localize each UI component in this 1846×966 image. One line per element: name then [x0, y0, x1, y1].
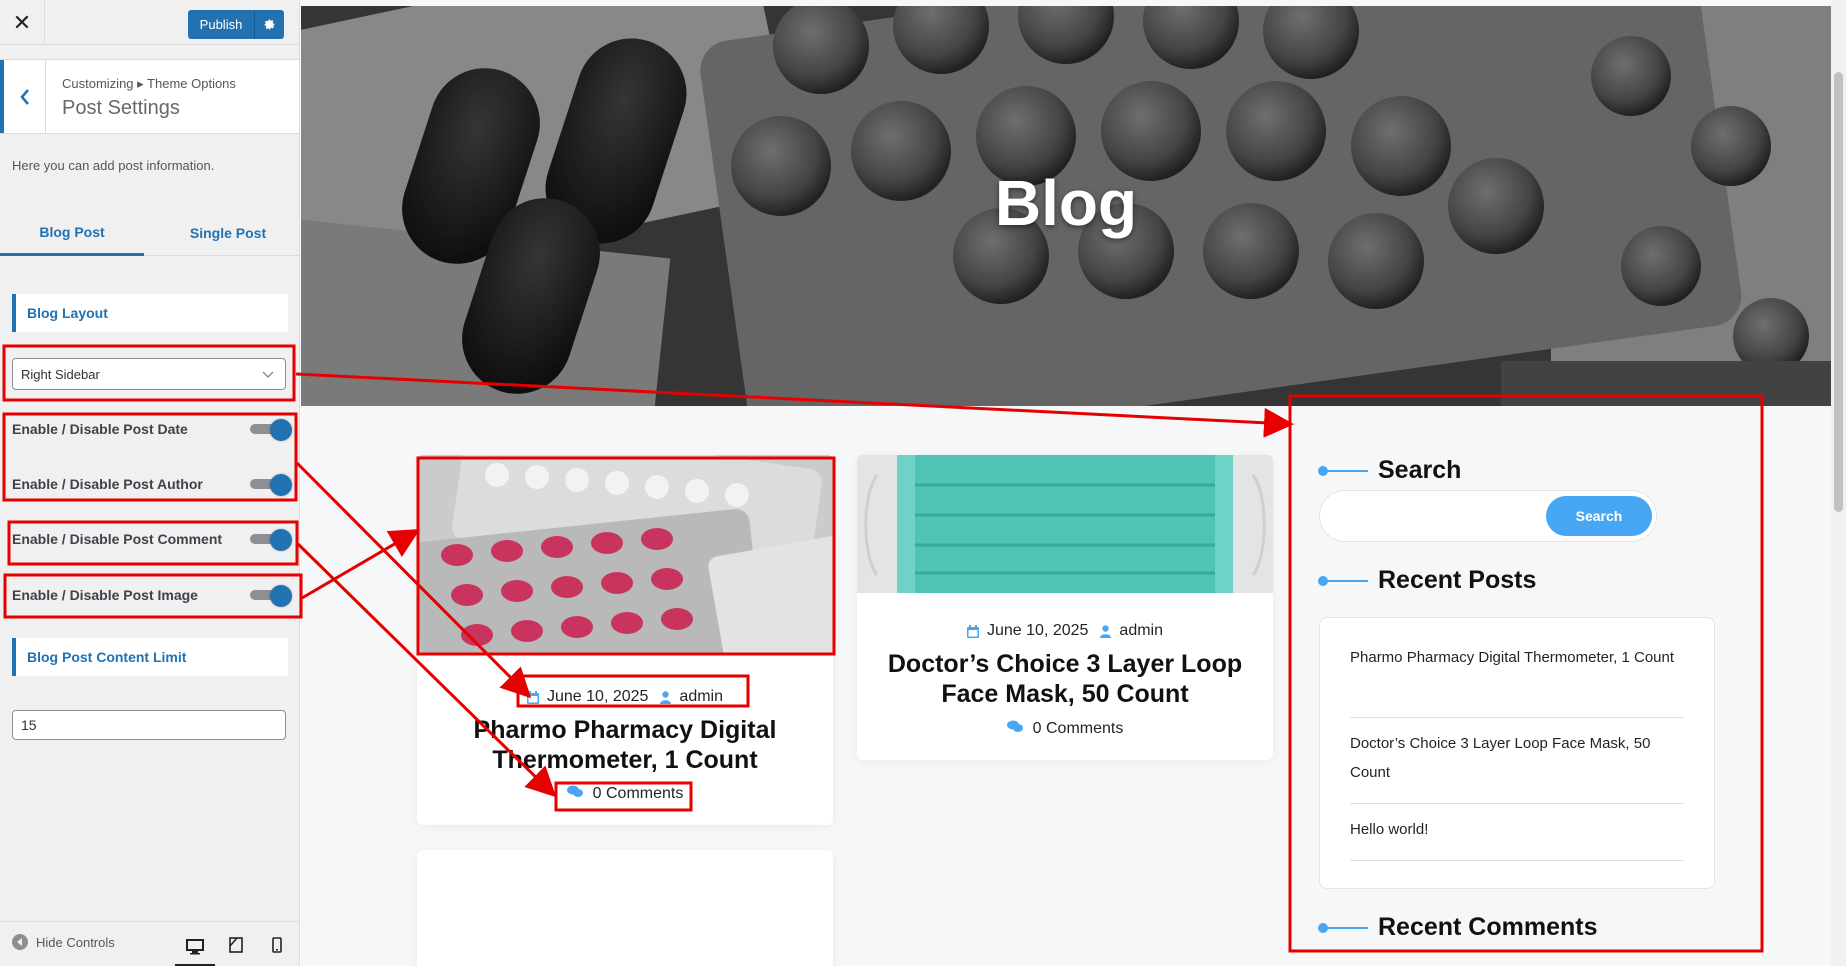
user-icon: [1100, 624, 1112, 638]
comments-count[interactable]: 0 Comments: [1033, 720, 1124, 738]
mobile-icon: [272, 937, 282, 953]
comments-icon: [566, 785, 583, 803]
post-meta: June 10, 2025 admin: [417, 688, 833, 706]
blog-layout-value: Right Sidebar: [21, 366, 100, 382]
blog-layout-heading: Blog Layout: [12, 294, 288, 332]
section-header: Customizing ▸ Theme Options Post Setting…: [0, 59, 299, 134]
gear-icon[interactable]: [254, 10, 284, 39]
section-description: Here you can add post information.: [12, 158, 215, 173]
post-image[interactable]: [417, 455, 833, 655]
content-limit-input[interactable]: 15: [12, 710, 286, 740]
chevron-left-icon: [19, 88, 29, 105]
title-decoration: [1318, 922, 1368, 933]
page-title: Blog: [994, 167, 1138, 239]
toggle-label: Enable / Disable Post Date: [12, 421, 188, 437]
tab-single-post[interactable]: Single Post: [156, 210, 299, 256]
desktop-icon: [186, 939, 204, 955]
post-card: June 10, 2025 admin Pharmo Pharmacy Digi…: [417, 455, 833, 825]
recent-post-link[interactable]: Pharmo Pharmacy Digital Thermometer, 1 C…: [1350, 643, 1684, 672]
title-decoration: [1318, 575, 1368, 586]
toggle-row-post-image: Enable / Disable Post Image: [12, 581, 292, 609]
post-comment-toggle[interactable]: [250, 529, 292, 551]
post-author-toggle[interactable]: [250, 474, 292, 496]
content-limit-heading: Blog Post Content Limit: [12, 638, 288, 676]
toggle-row-post-comment: Enable / Disable Post Comment: [12, 525, 292, 553]
post-image-toggle[interactable]: [250, 585, 292, 607]
face-mask-image: [857, 455, 1273, 593]
post-date[interactable]: June 10, 2025: [987, 622, 1088, 640]
post-tabs: Blog Post Single Post: [0, 210, 299, 256]
toggle-row-post-date: Enable / Disable Post Date: [12, 415, 292, 443]
collapse-icon: [12, 934, 28, 950]
recent-post-link[interactable]: Hello world!: [1350, 815, 1684, 844]
divider: [1350, 803, 1684, 804]
desktop-preview-button[interactable]: [175, 930, 215, 966]
tablet-icon: [229, 937, 243, 953]
pill-blister-image: [417, 455, 833, 655]
close-customizer-button[interactable]: ✕: [0, 0, 45, 45]
tablet-preview-button[interactable]: [216, 930, 256, 960]
search-input[interactable]: [1338, 503, 1528, 529]
divider: [1350, 860, 1684, 861]
toggle-label: Enable / Disable Post Comment: [12, 531, 223, 547]
post-author[interactable]: admin: [1119, 622, 1163, 640]
divider: [1350, 717, 1684, 718]
comments-icon: [1006, 720, 1023, 738]
calendar-icon: [967, 624, 979, 638]
mobile-preview-button[interactable]: [257, 930, 297, 960]
post-image[interactable]: [857, 455, 1273, 593]
tab-blog-post[interactable]: Blog Post: [0, 210, 144, 256]
search-form: Search: [1319, 490, 1657, 542]
customizer-sidebar: ✕ Publish Customizing ▸ Theme Options Po…: [0, 0, 300, 966]
post-meta: June 10, 2025 admin: [857, 622, 1273, 640]
post-card: [417, 850, 833, 966]
close-icon: ✕: [12, 9, 32, 35]
post-date-toggle[interactable]: [250, 419, 292, 441]
recent-posts-widget-title: Recent Posts: [1318, 566, 1536, 595]
post-title[interactable]: Doctor’s Choice 3 Layer Loop Face Mask, …: [877, 649, 1253, 709]
publish-label: Publish: [199, 17, 243, 32]
toggle-label: Enable / Disable Post Author: [12, 476, 203, 492]
user-icon: [660, 690, 672, 704]
recent-posts-list: Pharmo Pharmacy Digital Thermometer, 1 C…: [1319, 617, 1715, 889]
section-title: Post Settings: [62, 97, 180, 119]
hide-controls-label: Hide Controls: [36, 934, 115, 950]
comments-count[interactable]: 0 Comments: [593, 785, 684, 803]
post-author[interactable]: admin: [679, 688, 723, 706]
back-button[interactable]: [0, 60, 46, 133]
site-preview: Blog June 10, 2025 admin Pharmo Pharmacy…: [301, 0, 1831, 966]
hide-controls-button[interactable]: Hide Controls: [12, 934, 115, 950]
post-comments: 0 Comments: [857, 720, 1273, 738]
toggle-label: Enable / Disable Post Image: [12, 587, 198, 603]
post-comments: 0 Comments: [417, 785, 833, 803]
recent-comments-widget-title: Recent Comments: [1318, 913, 1598, 942]
scrollbar-thumb[interactable]: [1834, 72, 1843, 512]
title-decoration: [1318, 465, 1368, 476]
customizer-footer: Hide Controls: [0, 921, 299, 966]
toggle-row-post-author: Enable / Disable Post Author: [12, 470, 292, 498]
customizer-header: ✕ Publish: [0, 0, 299, 45]
publish-button[interactable]: Publish: [188, 10, 284, 39]
post-date[interactable]: June 10, 2025: [547, 688, 648, 706]
chevron-down-icon: [262, 371, 274, 379]
calendar-icon: [527, 690, 539, 704]
preview-scrollbar[interactable]: [1831, 0, 1846, 966]
post-card: June 10, 2025 admin Doctor’s Choice 3 La…: [857, 455, 1273, 760]
recent-post-link[interactable]: Doctor’s Choice 3 Layer Loop Face Mask, …: [1350, 729, 1684, 787]
breadcrumb: Customizing ▸ Theme Options: [62, 76, 236, 91]
blog-layout-select[interactable]: Right Sidebar: [12, 358, 286, 390]
search-button[interactable]: Search: [1546, 496, 1652, 536]
hero-banner: Blog: [301, 6, 1831, 406]
search-widget-title: Search: [1318, 456, 1461, 485]
post-title[interactable]: Pharmo Pharmacy Digital Thermometer, 1 C…: [437, 715, 813, 775]
